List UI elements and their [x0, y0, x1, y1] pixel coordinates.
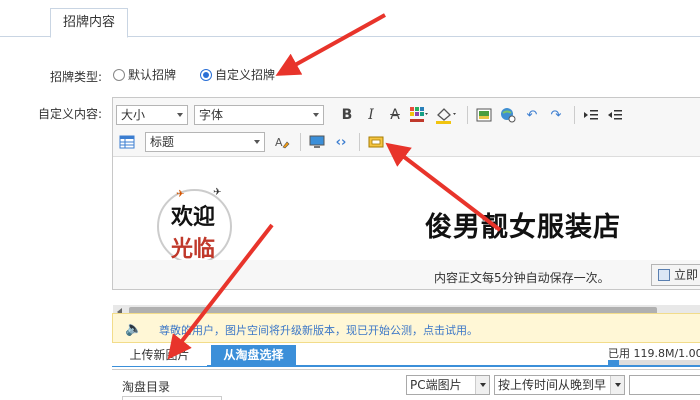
heading-select[interactable]: 标题	[145, 132, 265, 152]
font-size-select[interactable]: 大小	[116, 105, 188, 125]
heading-select-label: 标题	[150, 135, 175, 149]
chevron-down-icon	[313, 113, 319, 117]
toolbar-row-2: 标题 A ‹›	[113, 129, 700, 155]
toolbar-separator	[467, 106, 468, 124]
insert-link-button[interactable]	[497, 104, 519, 126]
font-family-select[interactable]: 字体	[194, 105, 324, 125]
save-now-label: 立即	[674, 268, 699, 282]
radio-custom-signboard[interactable]: 自定义招牌	[200, 66, 275, 83]
image-search-input[interactable]	[629, 375, 700, 395]
speaker-icon: 🔈	[125, 321, 143, 337]
italic-button[interactable]: I	[360, 104, 382, 126]
eraser-icon: A	[275, 136, 290, 149]
storage-usage-text: 已用 119.8M/1.00	[608, 347, 700, 360]
insert-table-button[interactable]	[116, 131, 138, 153]
source-code-button[interactable]: ‹›	[330, 131, 352, 153]
image-source-select[interactable]: PC端图片	[406, 375, 490, 395]
radio-label-default: 默认招牌	[128, 68, 177, 82]
chevron-down-icon	[475, 376, 489, 394]
custom-content-label: 自定义内容:	[38, 107, 103, 121]
radio-button-custom[interactable]	[200, 68, 213, 81]
indent-button[interactable]	[580, 104, 602, 126]
text-color-button[interactable]	[408, 104, 430, 126]
outdent-icon	[608, 110, 622, 120]
image-picker-toolbar: 淘盘目录 PC端图片 按上传时间从晚到早	[112, 369, 700, 400]
signboard-type-radio-group: 默认招牌 自定义招牌	[113, 66, 299, 83]
tab-from-taopan[interactable]: 从淘盘选择	[211, 345, 296, 366]
bold-button[interactable]: B	[336, 104, 358, 126]
signboard-type-label: 招牌类型:	[50, 70, 103, 84]
notice-banner: 🔈 尊敬的用户，图片空间将升级新版本，现已开始公测，点击试用。	[112, 313, 700, 343]
save-icon	[658, 269, 670, 281]
notice-text[interactable]: 尊敬的用户，图片空间将升级新版本，现已开始公测，点击试用。	[159, 322, 478, 338]
save-now-button[interactable]: 立即	[651, 264, 700, 286]
toolbar-row-1: 大小 字体 B I A ↶ ↷	[113, 102, 700, 128]
table-icon	[119, 135, 135, 149]
storage-usage-fill	[608, 360, 620, 365]
autosave-text: 内容正文每5分钟自动保存一次。	[434, 271, 610, 285]
radio-label-custom: 自定义招牌	[215, 68, 276, 82]
welcome-text-line2: 光临	[171, 236, 216, 262]
font-family-select-label: 字体	[199, 108, 224, 122]
paint-bucket-icon	[436, 108, 456, 124]
insert-media-button[interactable]	[306, 131, 328, 153]
fullscreen-button[interactable]	[365, 131, 387, 153]
font-size-select-label: 大小	[121, 108, 146, 122]
toolbar-separator	[574, 106, 575, 124]
fullscreen-icon	[368, 136, 384, 148]
color-grid-icon	[410, 107, 428, 122]
rocket-icon: ✈	[213, 187, 222, 198]
tab-upload-new-image[interactable]: 上传新图片	[112, 345, 207, 366]
directory-tree-box	[122, 396, 222, 400]
undo-button[interactable]: ↶	[521, 104, 543, 126]
toolbar-separator	[300, 133, 301, 151]
redo-button[interactable]: ↷	[545, 104, 567, 126]
sort-order-select-label: 按上传时间从晚到早	[498, 378, 607, 392]
store-name-text: 俊男靓女服装店	[425, 212, 621, 243]
top-tab-bar: 招牌内容	[0, 0, 700, 38]
background-color-button[interactable]	[432, 104, 460, 126]
toolbar-separator	[359, 133, 360, 151]
insert-image-button[interactable]	[473, 104, 495, 126]
sort-order-select[interactable]: 按上传时间从晚到早	[494, 375, 625, 395]
chevron-down-icon	[610, 376, 624, 394]
indent-icon	[584, 110, 598, 120]
welcome-text-line1: 欢迎	[171, 204, 216, 230]
globe-link-icon	[501, 108, 516, 123]
clear-format-button[interactable]: A	[271, 131, 293, 153]
storage-usage-bar	[608, 360, 700, 365]
svg-text:A: A	[275, 136, 283, 149]
radio-button-default[interactable]	[113, 68, 125, 81]
chevron-down-icon	[254, 140, 260, 144]
image-source-select-label: PC端图片	[410, 378, 462, 392]
tab-signboard-content[interactable]: 招牌内容	[50, 8, 128, 38]
strikethrough-button[interactable]: A	[384, 104, 406, 126]
image-icon	[476, 108, 492, 122]
outdent-button[interactable]	[604, 104, 626, 126]
autosave-bar: 内容正文每5分钟自动保存一次。 立即	[112, 260, 700, 290]
monitor-icon	[309, 135, 325, 148]
radio-default-signboard[interactable]: 默认招牌	[113, 66, 176, 83]
chevron-down-icon	[177, 113, 183, 117]
taopan-directory-label: 淘盘目录	[122, 380, 171, 394]
